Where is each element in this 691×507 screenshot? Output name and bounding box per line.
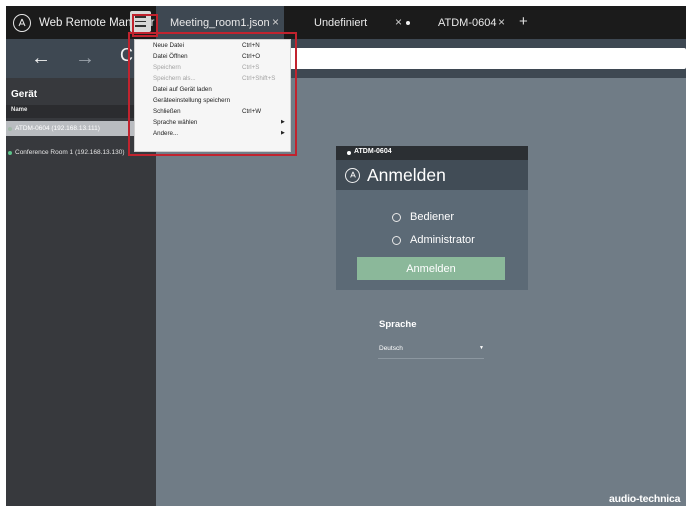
radio-label: Administrator [410, 234, 475, 246]
dropdown-caret-icon: ▼ [479, 345, 484, 351]
language-value: Deutsch [379, 345, 403, 352]
device-header: ATDM-0604 [336, 146, 528, 160]
sidebar-heading: Gerät [11, 89, 38, 100]
radio-label: Bediener [410, 211, 455, 223]
device-label: Conference Room 1 (192.168.13.130) [15, 149, 125, 156]
login-button[interactable]: Anmelden [357, 257, 505, 280]
close-tab-icon[interactable]: × [498, 15, 505, 29]
unsaved-dot-icon [406, 21, 410, 25]
close-tab-icon[interactable]: × [395, 15, 402, 29]
radio-administrator[interactable]: Administrator [392, 233, 475, 247]
back-arrow-icon[interactable]: ← [31, 47, 51, 70]
audio-technica-logo-icon [13, 13, 31, 32]
language-title: Sprache [379, 319, 417, 330]
device-label: ATDM-0604 (192.168.13.111) [15, 125, 100, 132]
status-dot-icon [347, 151, 351, 155]
radio-icon[interactable] [392, 212, 401, 222]
login-title: Anmelden [367, 164, 446, 185]
tab-label: ATDM-0604 [438, 16, 497, 29]
close-tab-icon[interactable]: × [272, 15, 279, 29]
status-dot-icon [8, 126, 12, 131]
new-tab-button[interactable]: + [519, 13, 528, 30]
navigation-bar: ← → C [6, 39, 686, 78]
radio-icon[interactable] [392, 235, 401, 245]
title-bar: Web Remote Manager Meeting_room1.json × … [6, 6, 686, 39]
radio-operator[interactable]: Bediener [392, 210, 454, 224]
login-panel: ATDM-0604 Anmelden Bediener Administrato… [336, 146, 528, 290]
status-dot-icon [8, 150, 12, 155]
tab-label: Meeting_room1.json [170, 16, 270, 29]
menu-highlight [128, 32, 297, 156]
app-window: Web Remote Manager Meeting_room1.json × … [6, 6, 686, 506]
address-bar[interactable] [288, 48, 686, 69]
tab-label: Undefiniert [314, 16, 368, 29]
column-header-name: Name [11, 107, 28, 113]
device-name: ATDM-0604 [354, 148, 392, 155]
brand-logo: audio-technica [609, 493, 681, 505]
forward-arrow-icon[interactable]: → [75, 47, 95, 70]
login-header: Anmelden [336, 160, 528, 190]
language-select[interactable]: Deutsch ▼ [378, 342, 484, 359]
tab-atdm-0604[interactable]: ATDM-0604 × [414, 6, 514, 39]
audio-technica-logo-icon [345, 167, 360, 183]
tab-undefiniert[interactable]: Undefiniert × [284, 6, 414, 39]
